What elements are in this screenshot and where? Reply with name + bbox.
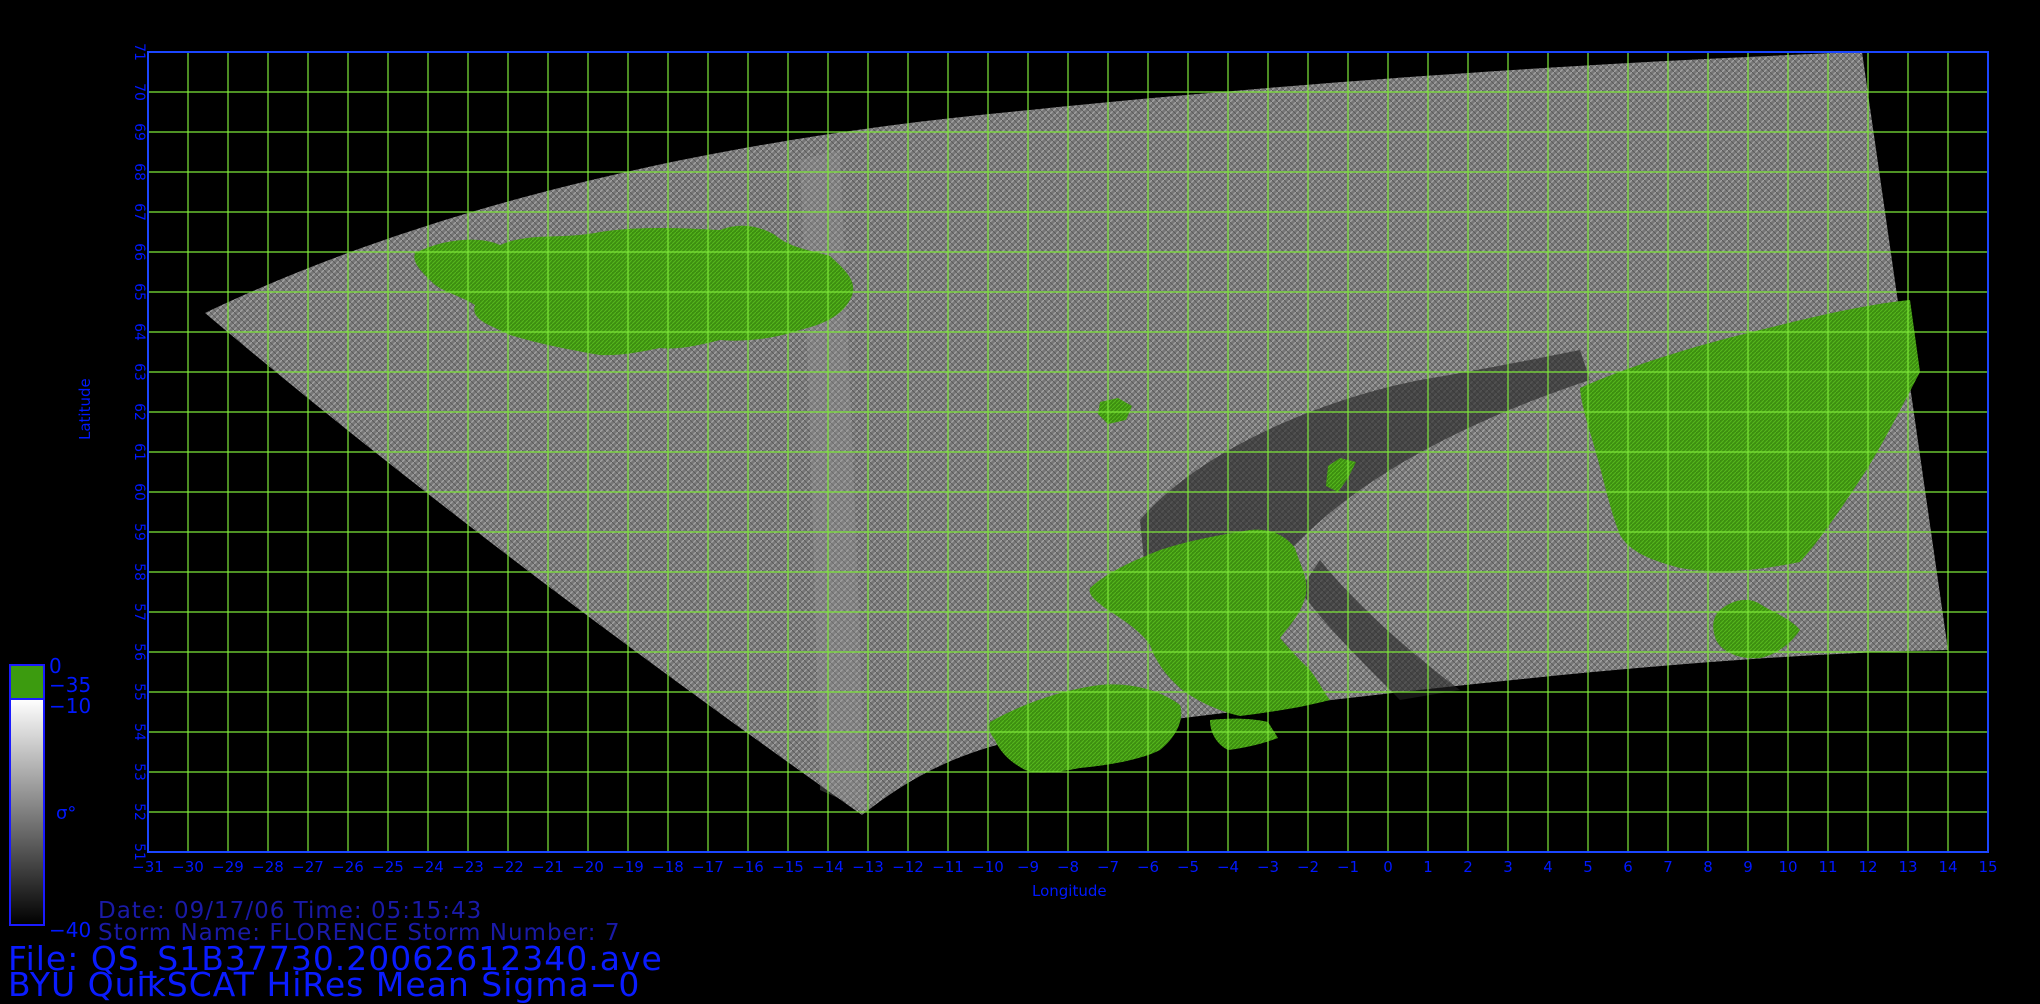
lat-tick-label: 68 <box>131 163 147 181</box>
lat-tick-label: 56 <box>131 643 147 661</box>
lon-tick-label: 3 <box>1503 858 1513 876</box>
lon-tick-label: −25 <box>372 858 404 876</box>
colorbar-label-mid: −10 <box>49 694 92 718</box>
colorbar-symbol: σ° <box>56 803 77 824</box>
colorbar-label-max: −35 <box>49 673 92 697</box>
lon-tick-label: −1 <box>1337 858 1359 876</box>
lon-tick-label: −4 <box>1217 858 1239 876</box>
lon-tick-label: 11 <box>1818 858 1837 876</box>
lon-tick-label: −6 <box>1137 858 1159 876</box>
lon-tick-label: −7 <box>1097 858 1119 876</box>
lon-tick-label: −14 <box>812 858 844 876</box>
colorbar-label-min: −40 <box>49 918 92 942</box>
lon-tick-label: −16 <box>732 858 764 876</box>
lon-tick-label: −12 <box>892 858 924 876</box>
lon-tick-label: 15 <box>1978 858 1997 876</box>
lon-tick-label: −17 <box>692 858 724 876</box>
lat-tick-label: 61 <box>131 443 147 461</box>
lon-tick-label: 2 <box>1463 858 1473 876</box>
lat-tick-label: 62 <box>131 403 147 421</box>
lat-tick-label: 66 <box>131 243 147 261</box>
lon-tick-label: −10 <box>972 858 1004 876</box>
lon-tick-label: 13 <box>1898 858 1917 876</box>
colorbar-gradient <box>9 698 45 926</box>
lon-tick-label: −27 <box>292 858 324 876</box>
x-axis-title: Longitude <box>1032 882 1107 900</box>
lon-tick-label: 5 <box>1583 858 1593 876</box>
lon-tick-label: −3 <box>1257 858 1279 876</box>
lat-tick-label: 52 <box>131 803 147 821</box>
colorbar-land-swatch <box>9 664 45 700</box>
lon-tick-label: 0 <box>1383 858 1393 876</box>
lon-tick-label: −23 <box>452 858 484 876</box>
lat-tick-label: 58 <box>131 563 147 581</box>
lon-tick-label: −15 <box>772 858 804 876</box>
lat-tick-label: 60 <box>131 483 147 501</box>
lon-tick-label: −20 <box>572 858 604 876</box>
lon-tick-label: −28 <box>252 858 284 876</box>
lat-tick-label: 63 <box>131 363 147 381</box>
lon-tick-label: −5 <box>1177 858 1199 876</box>
lon-tick-label: −22 <box>492 858 524 876</box>
lon-tick-label: −9 <box>1017 858 1039 876</box>
lat-tick-label: 54 <box>131 723 147 741</box>
lon-tick-label: −19 <box>612 858 644 876</box>
lon-tick-label: −26 <box>332 858 364 876</box>
lat-tick-label: 55 <box>131 683 147 701</box>
lat-tick-label: 59 <box>131 523 147 541</box>
lat-tick-label: 57 <box>131 603 147 621</box>
y-axis-title: Latitude <box>76 378 94 440</box>
lat-tick-label: 67 <box>131 203 147 221</box>
sigma0-map: −31 −30 −29 −28 −27 −26 −25 −24 −23 −22 −21 −20 −19−… <box>9 43 1998 926</box>
lat-tick-label: 51 <box>131 843 147 861</box>
colorbar <box>9 664 45 926</box>
lon-tick-label: 9 <box>1743 858 1753 876</box>
lon-tick-label: −8 <box>1057 858 1079 876</box>
product-title-line: BYU QuikSCAT HiRes Mean Sigma−0 <box>8 965 641 1004</box>
lon-tick-label: −21 <box>532 858 564 876</box>
lat-lon-grid <box>147 51 1989 853</box>
lat-tick-label: 70 <box>131 83 147 101</box>
lon-tick-label: −29 <box>212 858 244 876</box>
lon-tick-label: 6 <box>1623 858 1633 876</box>
lon-tick-label: 1 <box>1423 858 1433 876</box>
lat-tick-label: 53 <box>131 763 147 781</box>
lon-tick-label: 12 <box>1858 858 1877 876</box>
lon-tick-label: 10 <box>1778 858 1797 876</box>
lon-tick-label: −24 <box>412 858 444 876</box>
lat-tick-label: 71 <box>131 43 147 61</box>
lon-tick-label: 7 <box>1663 858 1673 876</box>
lon-tick-label: 14 <box>1938 858 1957 876</box>
lon-tick-label: −13 <box>852 858 884 876</box>
lon-tick-label: −18 <box>652 858 684 876</box>
lon-tick-label: −11 <box>932 858 964 876</box>
lat-tick-label: 64 <box>131 323 147 341</box>
lat-tick-label: 65 <box>131 283 147 301</box>
lon-tick-label: −30 <box>172 858 204 876</box>
lon-tick-label: 8 <box>1703 858 1713 876</box>
lat-tick-label: 69 <box>131 123 147 141</box>
lon-tick-label: 4 <box>1543 858 1553 876</box>
lon-tick-label: −2 <box>1297 858 1319 876</box>
